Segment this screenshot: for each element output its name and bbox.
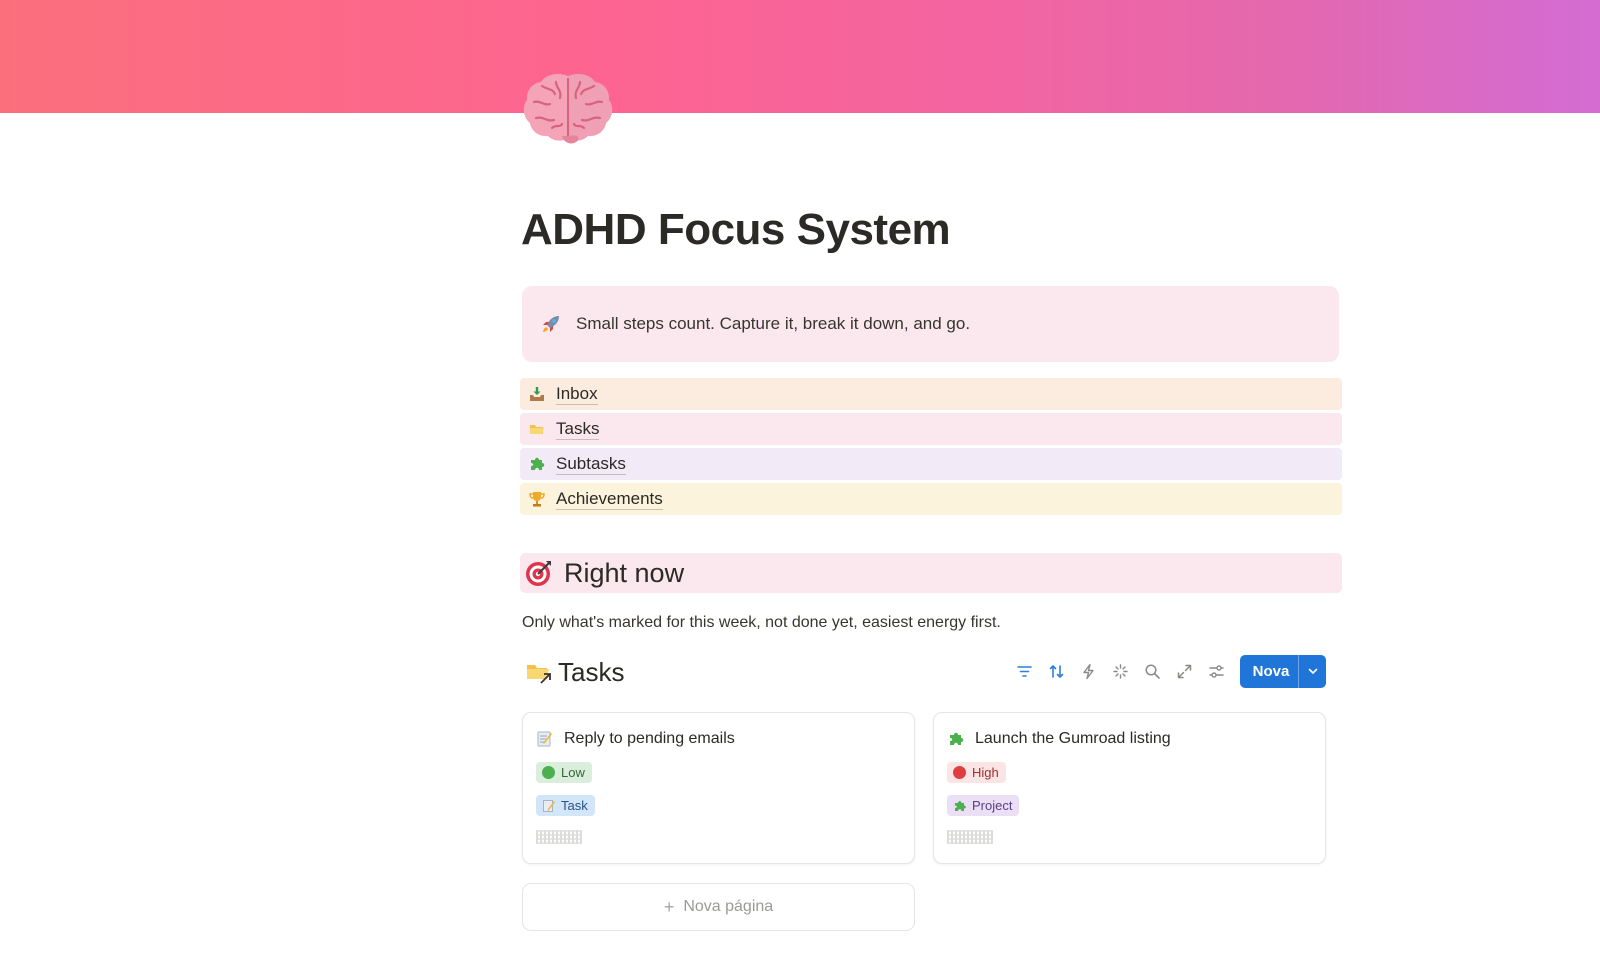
database-toolbar: Nova: [1008, 654, 1326, 688]
ai-sparkle-icon[interactable]: [1104, 655, 1136, 687]
page-link-achievements[interactable]: Achievements: [520, 483, 1342, 515]
new-page-button[interactable]: + Nova página: [522, 883, 915, 931]
filter-icon[interactable]: [1008, 655, 1040, 687]
puzzle-piece-icon: [528, 455, 546, 473]
trophy-icon: [528, 490, 546, 508]
red-circle-icon: [953, 766, 966, 779]
new-entry-button: Nova: [1240, 654, 1326, 688]
page-link-label: Inbox: [556, 383, 598, 405]
type-tag: Task: [536, 795, 595, 816]
card-placeholder: [536, 829, 582, 844]
priority-label: Low: [561, 765, 585, 780]
page-link-subtasks[interactable]: Subtasks: [520, 448, 1342, 480]
card-title-text: Reply to pending emails: [564, 730, 735, 747]
card-placeholder: [947, 829, 993, 844]
section-description[interactable]: Only what's marked for this week, not do…: [522, 614, 1001, 632]
memo-icon: [536, 730, 554, 748]
inbox-tray-icon: [528, 385, 546, 403]
page-title[interactable]: ADHD Focus System: [521, 205, 951, 255]
page-link-tasks[interactable]: Tasks: [520, 413, 1342, 445]
automation-bolt-icon[interactable]: [1072, 655, 1104, 687]
rocket-icon[interactable]: [540, 313, 562, 335]
settings-sliders-icon[interactable]: [1200, 655, 1232, 687]
green-circle-icon: [542, 766, 555, 779]
board-card[interactable]: Launch the Gumroad listing High Project: [933, 712, 1326, 864]
page-link-label: Tasks: [556, 418, 600, 440]
database-header: Tasks Nova: [524, 654, 1326, 690]
callout-text: Small steps count. Capture it, break it …: [576, 314, 971, 333]
target-icon: [524, 558, 554, 588]
memo-icon: [542, 799, 556, 813]
priority-tag: High: [947, 762, 1006, 783]
card-title: Launch the Gumroad listing: [947, 727, 1312, 751]
section-heading-text: Right now: [564, 557, 685, 588]
priority-label: High: [972, 765, 999, 780]
folder-link-icon: [524, 657, 554, 687]
type-label: Task: [561, 798, 588, 813]
page-link-label: Achievements: [556, 488, 663, 510]
page-link-inbox[interactable]: Inbox: [520, 378, 1342, 410]
new-entry-button-label[interactable]: Nova: [1240, 655, 1298, 688]
page-link-label: Subtasks: [556, 453, 626, 475]
section-heading[interactable]: Right now: [520, 553, 1342, 593]
card-title: Reply to pending emails: [536, 727, 901, 751]
new-page-label: Nova página: [683, 898, 774, 915]
board-card[interactable]: Reply to pending emails Low Task: [522, 712, 915, 864]
page-cover[interactable]: [0, 0, 1600, 113]
type-label: Project: [972, 798, 1013, 813]
priority-tag: Low: [536, 762, 592, 783]
search-icon[interactable]: [1136, 655, 1168, 687]
puzzle-piece-icon: [953, 799, 967, 813]
puzzle-piece-icon: [947, 730, 965, 748]
brain-icon[interactable]: [522, 70, 614, 150]
page-links-list: Inbox Tasks Subtasks Achievements: [520, 378, 1342, 518]
callout: Small steps count. Capture it, break it …: [522, 286, 1339, 362]
expand-icon[interactable]: [1168, 655, 1200, 687]
sort-icon[interactable]: [1040, 655, 1072, 687]
chevron-down-icon[interactable]: [1298, 654, 1326, 688]
type-tag: Project: [947, 795, 1020, 816]
card-title-text: Launch the Gumroad listing: [975, 730, 1171, 747]
database-title[interactable]: Tasks: [558, 657, 624, 688]
plus-icon: +: [663, 896, 675, 917]
folder-icon: [528, 420, 546, 438]
